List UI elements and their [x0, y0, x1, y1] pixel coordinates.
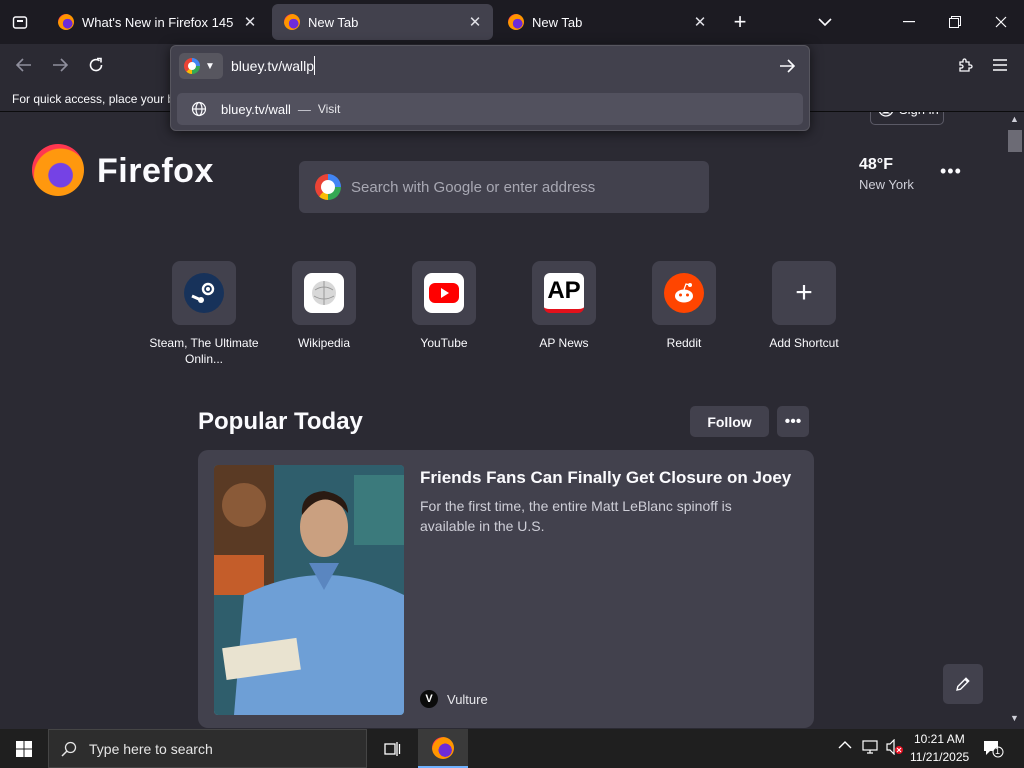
clock-date[interactable]: 11/21/2025: [910, 750, 969, 764]
back-button[interactable]: [9, 50, 39, 80]
section-menu-icon[interactable]: •••: [777, 406, 809, 437]
story-thumbnail: [214, 465, 404, 715]
search-placeholder: Search with Google or enter address: [351, 178, 596, 196]
steam-icon: [184, 273, 224, 313]
shortcut-tile[interactable]: AP: [532, 261, 596, 325]
follow-button[interactable]: Follow: [690, 406, 769, 437]
tab-title: New Tab: [532, 14, 583, 30]
address-bar[interactable]: ▼ bluey.tv/wall — Visit: [170, 45, 810, 131]
weather-temperature[interactable]: 48°F: [859, 156, 893, 174]
customize-pencil-icon[interactable]: [943, 664, 983, 704]
taskbar-search-placeholder: Type here to search: [89, 740, 213, 757]
firefox-favicon-icon: [508, 14, 524, 30]
story-card[interactable]: Friends Fans Can Finally Get Closure on …: [198, 450, 814, 728]
google-icon: [184, 58, 200, 74]
shortcut-label: Add Shortcut: [769, 336, 839, 350]
shortcut-reddit[interactable]: Reddit: [624, 261, 744, 351]
shortcut-add[interactable]: + Add Shortcut: [744, 261, 864, 351]
tab-new-tab-active[interactable]: New Tab ✕: [272, 4, 493, 40]
task-view-button[interactable]: [368, 729, 416, 768]
text-caret: [314, 56, 315, 75]
suggestion-url: bluey.tv/wall: [221, 101, 291, 117]
restore-button[interactable]: [940, 7, 970, 37]
shortcut-label: AP News: [539, 336, 589, 350]
wikipedia-icon: [304, 273, 344, 313]
url-input[interactable]: [229, 54, 749, 78]
shortcut-ap-news[interactable]: AP AP News: [504, 261, 624, 351]
shortcut-label: Reddit: [666, 336, 702, 350]
weather-location[interactable]: New York: [859, 177, 914, 192]
story-description: For the first time, the entire Matt LeBl…: [420, 498, 732, 534]
volume-muted-icon[interactable]: [886, 738, 904, 760]
suggestion-separator: —: [297, 101, 311, 117]
tab-title: New Tab: [308, 14, 359, 30]
story-source: Vulture: [447, 692, 488, 707]
reddit-icon: [664, 273, 704, 313]
taskbar-firefox[interactable]: [418, 729, 468, 768]
vulture-icon: V: [420, 690, 438, 708]
notification-center-icon[interactable]: 1: [982, 739, 1004, 764]
close-tab-icon[interactable]: ✕: [690, 12, 710, 32]
tab-title: What's New in Firefox 145: [82, 14, 234, 30]
weather-menu-icon[interactable]: •••: [940, 161, 962, 182]
plus-icon: +: [795, 276, 813, 309]
taskbar-search[interactable]: Type here to search: [48, 729, 367, 768]
shortcut-wikipedia[interactable]: Wikipedia: [264, 261, 384, 351]
tab-whats-new[interactable]: What's New in Firefox 145 ✕: [46, 4, 268, 40]
youtube-icon: [424, 273, 464, 313]
close-tab-icon[interactable]: ✕: [240, 12, 260, 32]
google-icon: [315, 174, 341, 200]
scrollbar-thumb[interactable]: [1008, 130, 1022, 152]
notification-count: 1: [995, 746, 1001, 756]
page-scrollbar[interactable]: ▲ ▼: [1006, 112, 1024, 729]
section-title: Popular Today: [198, 408, 363, 435]
url-suggestion[interactable]: bluey.tv/wall — Visit: [177, 93, 803, 125]
new-tab-button[interactable]: +: [725, 7, 755, 37]
close-tab-icon[interactable]: ✕: [465, 12, 485, 32]
list-all-tabs-button[interactable]: [810, 7, 840, 37]
shortcut-youtube[interactable]: YouTube: [384, 261, 504, 351]
chevron-down-icon: ▼: [205, 60, 215, 72]
ap-news-icon: AP: [544, 273, 584, 313]
search-icon: [61, 741, 77, 757]
shortcut-tile[interactable]: [412, 261, 476, 325]
go-arrow-icon[interactable]: [775, 54, 799, 78]
menu-icon[interactable]: [985, 50, 1015, 80]
start-button[interactable]: [0, 729, 48, 768]
close-window-button[interactable]: [986, 7, 1016, 37]
firefox-favicon-icon: [58, 14, 74, 30]
show-hidden-icons-chevron-icon[interactable]: [838, 739, 852, 753]
reload-button[interactable]: [81, 50, 111, 80]
scroll-up-icon[interactable]: ▲: [1010, 114, 1019, 124]
story-headline[interactable]: Friends Fans Can Finally Get Closure on …: [420, 468, 800, 488]
tab-new-tab[interactable]: New Tab ✕: [496, 4, 718, 40]
taskbar: Type here to search 10:21 AM 11/21/2025 …: [0, 729, 1024, 768]
network-icon[interactable]: [862, 739, 880, 760]
firefox-logo-icon: [32, 144, 84, 196]
add-shortcut-tile[interactable]: +: [772, 261, 836, 325]
minimize-button[interactable]: [894, 7, 924, 37]
windows-icon: [16, 740, 32, 757]
shortcut-steam[interactable]: Steam, The Ultimate Onlin...: [144, 261, 264, 367]
shortcut-tile[interactable]: [172, 261, 236, 325]
search-engine-button[interactable]: ▼: [179, 53, 223, 79]
shortcut-label: YouTube: [420, 336, 468, 350]
firefox-icon: [432, 736, 454, 759]
shortcut-tile[interactable]: [292, 261, 356, 325]
shortcut-label: Steam, The Ultimate Onlin...: [149, 336, 259, 366]
bookmarks-hint-text: For quick access, place your b: [12, 92, 175, 106]
globe-icon: [191, 101, 207, 117]
forward-button[interactable]: [45, 50, 75, 80]
suggestion-action: Visit: [317, 102, 341, 116]
tab-strip: What's New in Firefox 145 ✕ New Tab ✕ Ne…: [0, 0, 1024, 44]
extensions-icon[interactable]: [950, 50, 980, 80]
page-search-box[interactable]: Search with Google or enter address: [299, 161, 709, 213]
firefox-favicon-icon: [284, 14, 300, 30]
clock-time[interactable]: 10:21 AM: [914, 732, 965, 746]
scroll-down-icon[interactable]: ▼: [1010, 713, 1019, 723]
shortcut-tile[interactable]: [652, 261, 716, 325]
firefox-wordmark: Firefox: [97, 152, 214, 190]
shortcut-label: Wikipedia: [297, 336, 351, 350]
tab-groups-icon[interactable]: [5, 7, 35, 37]
